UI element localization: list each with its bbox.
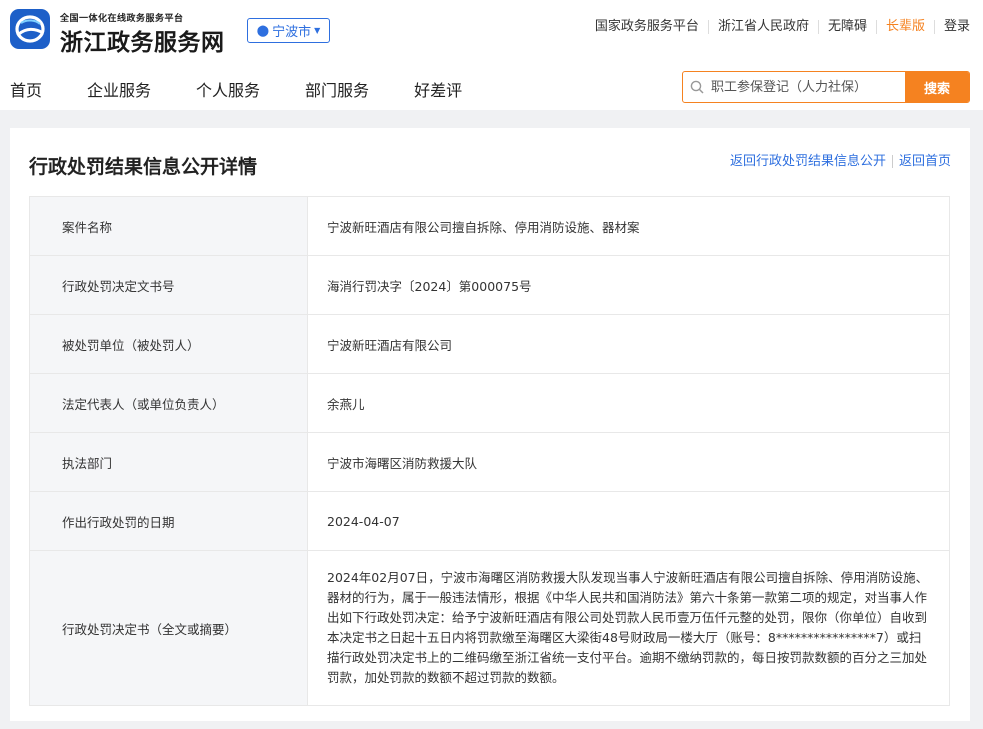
row-value: 余燕儿 <box>307 373 950 433</box>
table-row: 行政处罚决定书（全文或摘要） 2024年02月07日，宁波市海曙区消防救援大队发… <box>29 550 950 706</box>
nav-personal[interactable]: 个人服务 <box>196 77 260 101</box>
search-icon <box>683 72 711 102</box>
search-input[interactable] <box>711 72 905 102</box>
site-title[interactable]: 浙江政务服务网 <box>60 23 225 57</box>
link-back-to-list[interactable]: 返回行政处罚结果信息公开 <box>724 155 893 168</box>
table-row: 行政处罚决定文书号 海消行罚决字〔2024〕第000075号 <box>29 255 950 315</box>
nav-department[interactable]: 部门服务 <box>305 77 369 101</box>
row-label: 行政处罚决定书（全文或摘要） <box>29 550 308 706</box>
caret-down-icon: ▼ <box>314 26 321 35</box>
row-value: 宁波市海曙区消防救援大队 <box>307 432 950 492</box>
top-header: 全国一体化在线政务服务平台 浙江政务服务网 ⬤ 宁波市 ▼ 国家政务服务平台 浙… <box>0 0 983 110</box>
table-row: 作出行政处罚的日期 2024-04-07 <box>29 491 950 551</box>
row-label: 行政处罚决定文书号 <box>29 255 308 315</box>
table-row: 执法部门 宁波市海曙区消防救援大队 <box>29 432 950 492</box>
link-provincial-gov[interactable]: 浙江省人民政府 <box>709 20 819 34</box>
row-label: 作出行政处罚的日期 <box>29 491 308 551</box>
table-row: 案件名称 宁波新旺酒店有限公司擅自拆除、停用消防设施、器材案 <box>29 196 950 256</box>
table-row: 被处罚单位（被处罚人） 宁波新旺酒店有限公司 <box>29 314 950 374</box>
search-button[interactable]: 搜索 <box>905 72 969 102</box>
row-value: 2024年02月07日，宁波市海曙区消防救援大队发现当事人宁波新旺酒店有限公司擅… <box>307 550 950 706</box>
link-login[interactable]: 登录 <box>935 20 970 34</box>
nav-enterprise[interactable]: 企业服务 <box>87 77 151 101</box>
site-logo[interactable] <box>10 9 50 49</box>
link-accessibility[interactable]: 无障碍 <box>819 20 877 34</box>
city-label: 宁波市 <box>272 25 312 40</box>
city-selector[interactable]: ⬤ 宁波市 ▼ <box>247 18 330 43</box>
row-label: 法定代表人（或单位负责人） <box>29 373 308 433</box>
row-value: 宁波新旺酒店有限公司擅自拆除、停用消防设施、器材案 <box>307 196 950 256</box>
table-row: 法定代表人（或单位负责人） 余燕儿 <box>29 373 950 433</box>
row-value: 2024-04-07 <box>307 491 950 551</box>
row-value: 海消行罚决字〔2024〕第000075号 <box>307 255 950 315</box>
row-label: 案件名称 <box>29 196 308 256</box>
detail-table: 案件名称 宁波新旺酒店有限公司擅自拆除、停用消防设施、器材案 行政处罚决定文书号… <box>29 196 950 706</box>
nav-home[interactable]: 首页 <box>10 77 42 101</box>
link-back-home[interactable]: 返回首页 <box>893 155 951 168</box>
link-national-platform[interactable]: 国家政务服务平台 <box>586 20 709 34</box>
detail-panel: 行政处罚结果信息公开详情 返回行政处罚结果信息公开 返回首页 案件名称 宁波新旺… <box>10 128 970 721</box>
search-box: 搜索 <box>682 71 970 103</box>
main-nav: 首页 企业服务 个人服务 部门服务 好差评 <box>10 77 507 101</box>
link-elder-mode[interactable]: 长辈版 <box>877 20 935 34</box>
row-label: 执法部门 <box>29 432 308 492</box>
logo-icon <box>15 15 45 43</box>
row-label: 被处罚单位（被处罚人） <box>29 314 308 374</box>
row-value: 宁波新旺酒店有限公司 <box>307 314 950 374</box>
nav-rating[interactable]: 好差评 <box>414 77 462 101</box>
page-title: 行政处罚结果信息公开详情 <box>29 156 258 178</box>
top-links: 国家政务服务平台 浙江省人民政府 无障碍 长辈版 登录 <box>586 20 970 34</box>
panel-links: 返回行政处罚结果信息公开 返回首页 <box>724 155 951 168</box>
location-pin-icon: ⬤ <box>256 24 270 37</box>
